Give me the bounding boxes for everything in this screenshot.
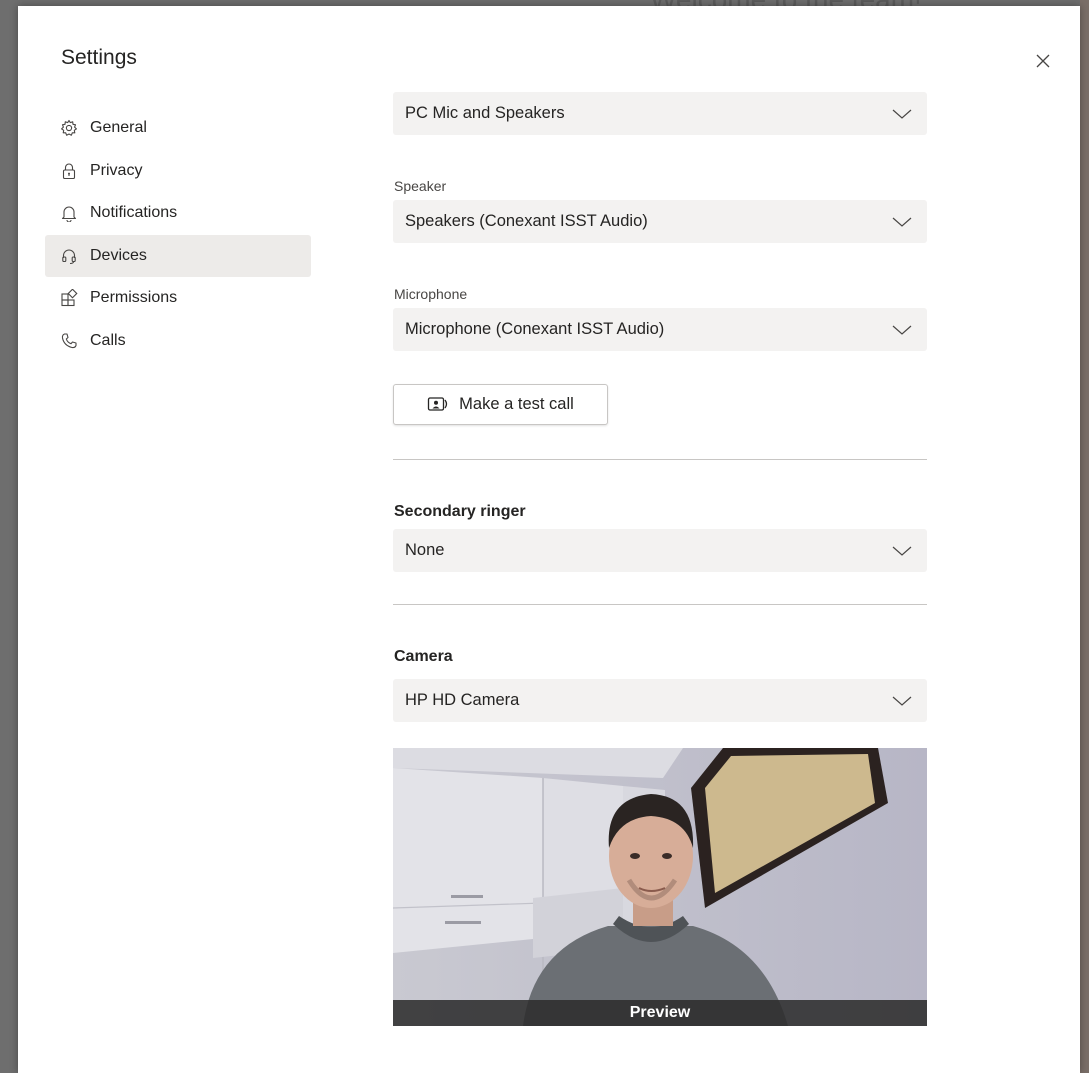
speaker-dropdown[interactable]: Speakers (Conexant ISST Audio) [393,200,927,243]
test-call-icon [428,396,448,411]
nav-item-label: Privacy [90,161,143,179]
nav-item-label: Calls [90,331,126,349]
audio-device-value: PC Mic and Speakers [405,104,565,122]
gear-icon [60,119,78,137]
lock-icon [60,162,78,180]
headset-icon [60,247,78,265]
nav-item-permissions[interactable]: Permissions [45,277,311,319]
speaker-value: Speakers (Conexant ISST Audio) [405,212,648,230]
background-edge [1080,0,1089,1073]
nav-item-notifications[interactable]: Notifications [45,192,311,234]
close-button[interactable] [1028,46,1058,76]
secondary-ringer-title: Secondary ringer [394,503,526,520]
secondary-ringer-value: None [405,541,445,559]
settings-nav: General Privacy Notifications Devices Pe… [45,107,311,363]
test-call-label: Make a test call [459,395,574,413]
camera-preview-image [393,748,927,1026]
camera-title: Camera [394,648,453,665]
speaker-label: Speaker [394,178,447,194]
nav-item-label: Notifications [90,204,178,222]
camera-value: HP HD Camera [405,691,520,709]
nav-item-label: Permissions [90,289,178,307]
divider [393,459,927,460]
bell-icon [60,204,78,223]
audio-device-dropdown[interactable]: PC Mic and Speakers [393,92,927,135]
chevron-down-icon [892,325,912,335]
nav-item-label: Devices [90,246,147,264]
preview-label: Preview [629,1004,691,1021]
nav-item-label: General [90,119,147,136]
camera-dropdown[interactable]: HP HD Camera [393,679,927,722]
chevron-down-icon [892,696,912,706]
dialog-title: Settings [61,46,137,69]
phone-icon [60,332,78,350]
nav-item-devices[interactable]: Devices [45,234,311,277]
permissions-icon [60,289,78,307]
secondary-ringer-dropdown[interactable]: None [393,529,927,572]
nav-item-general[interactable]: General [45,107,311,149]
nav-item-privacy[interactable]: Privacy [45,150,311,192]
settings-dialog: Settings General Privacy Notifications D… [18,6,1080,1073]
microphone-value: Microphone (Conexant ISST Audio) [405,320,665,338]
make-test-call-button[interactable]: Make a test call [393,384,608,425]
chevron-down-icon [892,217,912,227]
microphone-label: Microphone [394,286,468,302]
preview-bar: Preview [393,1000,927,1026]
close-icon [1036,54,1050,68]
chevron-down-icon [892,109,912,119]
divider [393,604,927,605]
camera-preview: Preview [393,748,927,1026]
microphone-dropdown[interactable]: Microphone (Conexant ISST Audio) [393,308,927,351]
chevron-down-icon [892,546,912,556]
nav-item-calls[interactable]: Calls [45,320,311,362]
